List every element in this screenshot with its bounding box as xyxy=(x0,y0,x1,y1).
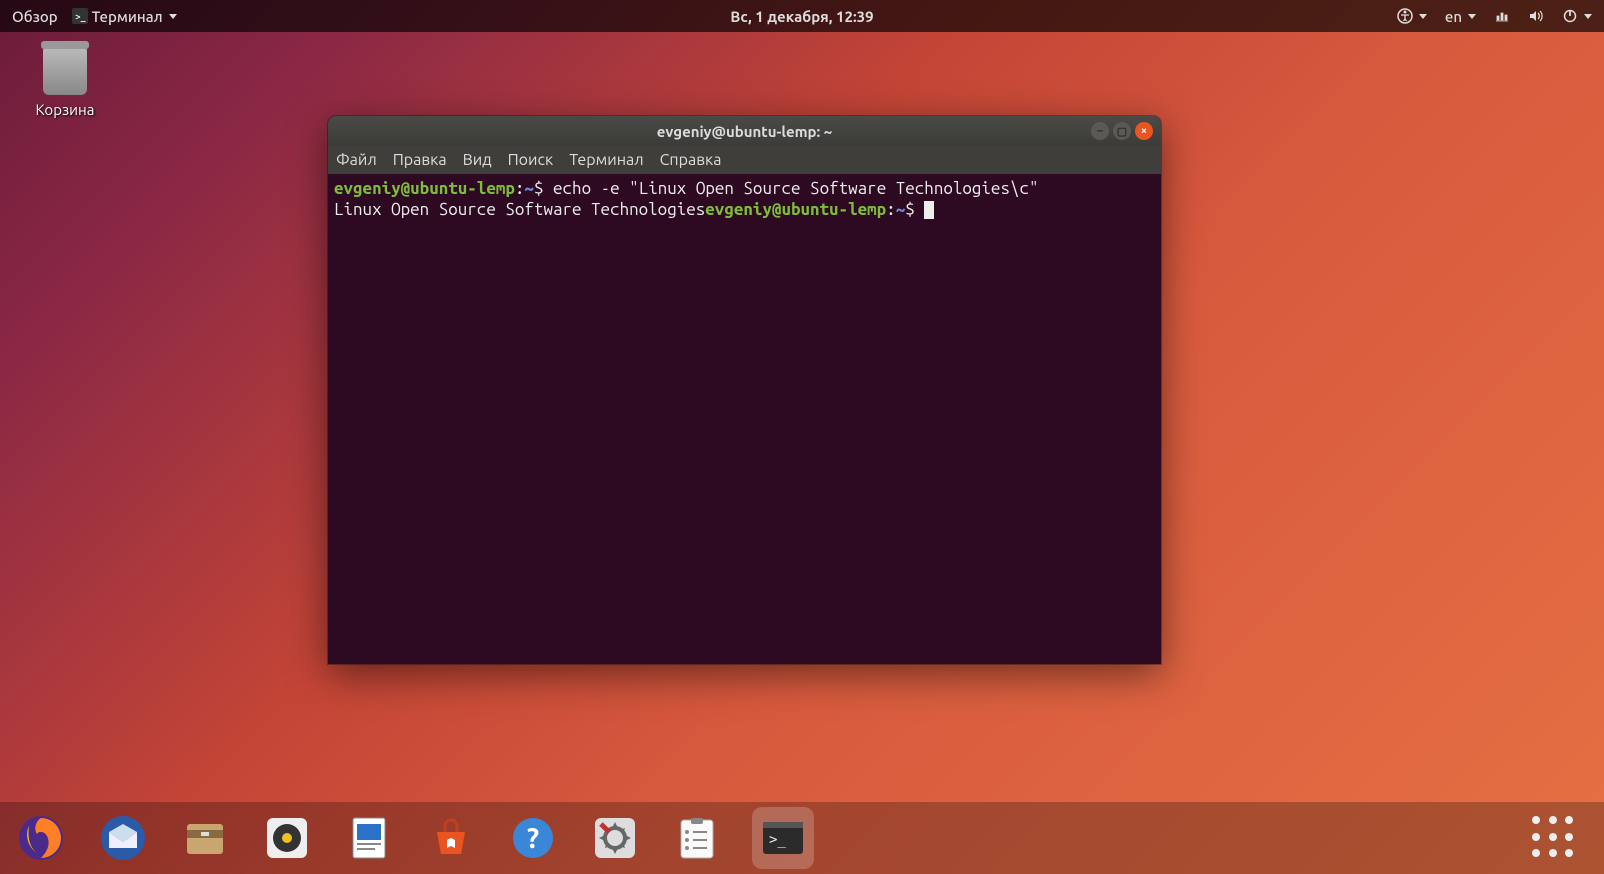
files-icon xyxy=(181,814,229,862)
dock-files[interactable] xyxy=(178,811,232,865)
accessibility-menu[interactable] xyxy=(1397,8,1427,24)
activities-button[interactable]: Обзор xyxy=(12,8,58,25)
rhythmbox-icon xyxy=(263,814,311,862)
prompt-path: ~ xyxy=(896,200,906,219)
svg-text:?: ? xyxy=(527,823,539,854)
prompt-user-host: evgeniy@ubuntu-lemp xyxy=(334,179,515,198)
menu-terminal[interactable]: Терминал xyxy=(569,151,643,169)
window-titlebar[interactable]: evgeniy@ubuntu-lemp: ~ – ▢ × xyxy=(328,116,1161,146)
prompt-sep: : xyxy=(886,200,896,219)
volume-icon xyxy=(1528,8,1544,24)
dock-help[interactable]: ? xyxy=(506,811,560,865)
minimize-button[interactable]: – xyxy=(1091,122,1109,140)
menu-view[interactable]: Вид xyxy=(463,151,492,169)
dock-rhythmbox[interactable] xyxy=(260,811,314,865)
trash-label: Корзина xyxy=(20,101,110,118)
terminal-icon: >_ xyxy=(759,814,807,862)
prompt-sep: : xyxy=(515,179,525,198)
output-text: Linux Open Source Software Technologies xyxy=(334,200,705,219)
firefox-icon xyxy=(17,814,65,862)
terminal-content[interactable]: evgeniy@ubuntu-lemp:~$ echo -e "Linux Op… xyxy=(328,174,1161,224)
app-menu-button[interactable]: >_ Терминал xyxy=(72,8,177,25)
accessibility-icon xyxy=(1397,8,1413,24)
volume-indicator[interactable] xyxy=(1528,8,1544,24)
todo-icon xyxy=(673,814,721,862)
menu-file[interactable]: Файл xyxy=(336,151,377,169)
clock[interactable]: Вс, 1 декабря, 12:39 xyxy=(730,8,873,25)
terminal-menubar: Файл Правка Вид Поиск Терминал Справка xyxy=(328,146,1161,174)
chevron-down-icon xyxy=(169,14,177,19)
network-indicator[interactable] xyxy=(1494,8,1510,24)
close-button[interactable]: × xyxy=(1135,122,1153,140)
dock-todo[interactable] xyxy=(670,811,724,865)
settings-icon xyxy=(591,814,639,862)
power-icon xyxy=(1562,8,1578,24)
svg-text:>_: >_ xyxy=(75,11,86,22)
prompt-symbol: $ xyxy=(905,200,915,219)
app-menu-label: Терминал xyxy=(92,8,163,25)
window-title: evgeniy@ubuntu-lemp: ~ xyxy=(657,123,832,140)
input-source-menu[interactable]: en xyxy=(1445,8,1476,25)
maximize-button[interactable]: ▢ xyxy=(1113,122,1131,140)
command-text xyxy=(543,179,553,198)
input-source-label: en xyxy=(1445,8,1462,25)
dock-terminal[interactable]: >_ xyxy=(752,807,814,869)
menu-help[interactable]: Справка xyxy=(660,151,722,169)
dock: ? >_ xyxy=(0,802,1604,874)
dock-firefox[interactable] xyxy=(14,811,68,865)
power-menu[interactable] xyxy=(1562,8,1592,24)
top-panel: Обзор >_ Терминал Вс, 1 декабря, 12:39 e… xyxy=(0,0,1604,32)
chevron-down-icon xyxy=(1584,14,1592,19)
show-applications-button[interactable] xyxy=(1532,816,1576,860)
ubuntu-software-icon xyxy=(427,814,475,862)
trash-desktop-icon[interactable]: Корзина xyxy=(20,47,110,118)
command-text: echo -e "Linux Open Source Software Tech… xyxy=(553,179,1039,198)
network-icon xyxy=(1494,8,1510,24)
menu-search[interactable]: Поиск xyxy=(508,151,554,169)
desktop: Корзина evgeniy@ubuntu-lemp: ~ – ▢ × Фай… xyxy=(0,32,1604,874)
terminal-cursor xyxy=(924,201,934,219)
dock-settings[interactable] xyxy=(588,811,642,865)
trash-bin-icon xyxy=(43,47,87,95)
chevron-down-icon xyxy=(1468,14,1476,19)
svg-text:>_: >_ xyxy=(769,832,786,848)
terminal-window: evgeniy@ubuntu-lemp: ~ – ▢ × Файл Правка… xyxy=(328,116,1161,664)
terminal-app-icon: >_ xyxy=(72,8,88,24)
menu-edit[interactable]: Правка xyxy=(393,151,447,169)
prompt-user-host: evgeniy@ubuntu-lemp xyxy=(705,200,886,219)
help-icon: ? xyxy=(509,814,557,862)
prompt-path: ~ xyxy=(524,179,534,198)
dock-thunderbird[interactable] xyxy=(96,811,150,865)
dock-libreoffice-writer[interactable] xyxy=(342,811,396,865)
dock-ubuntu-software[interactable] xyxy=(424,811,478,865)
chevron-down-icon xyxy=(1419,14,1427,19)
libreoffice-writer-icon xyxy=(345,814,393,862)
thunderbird-icon xyxy=(99,814,147,862)
